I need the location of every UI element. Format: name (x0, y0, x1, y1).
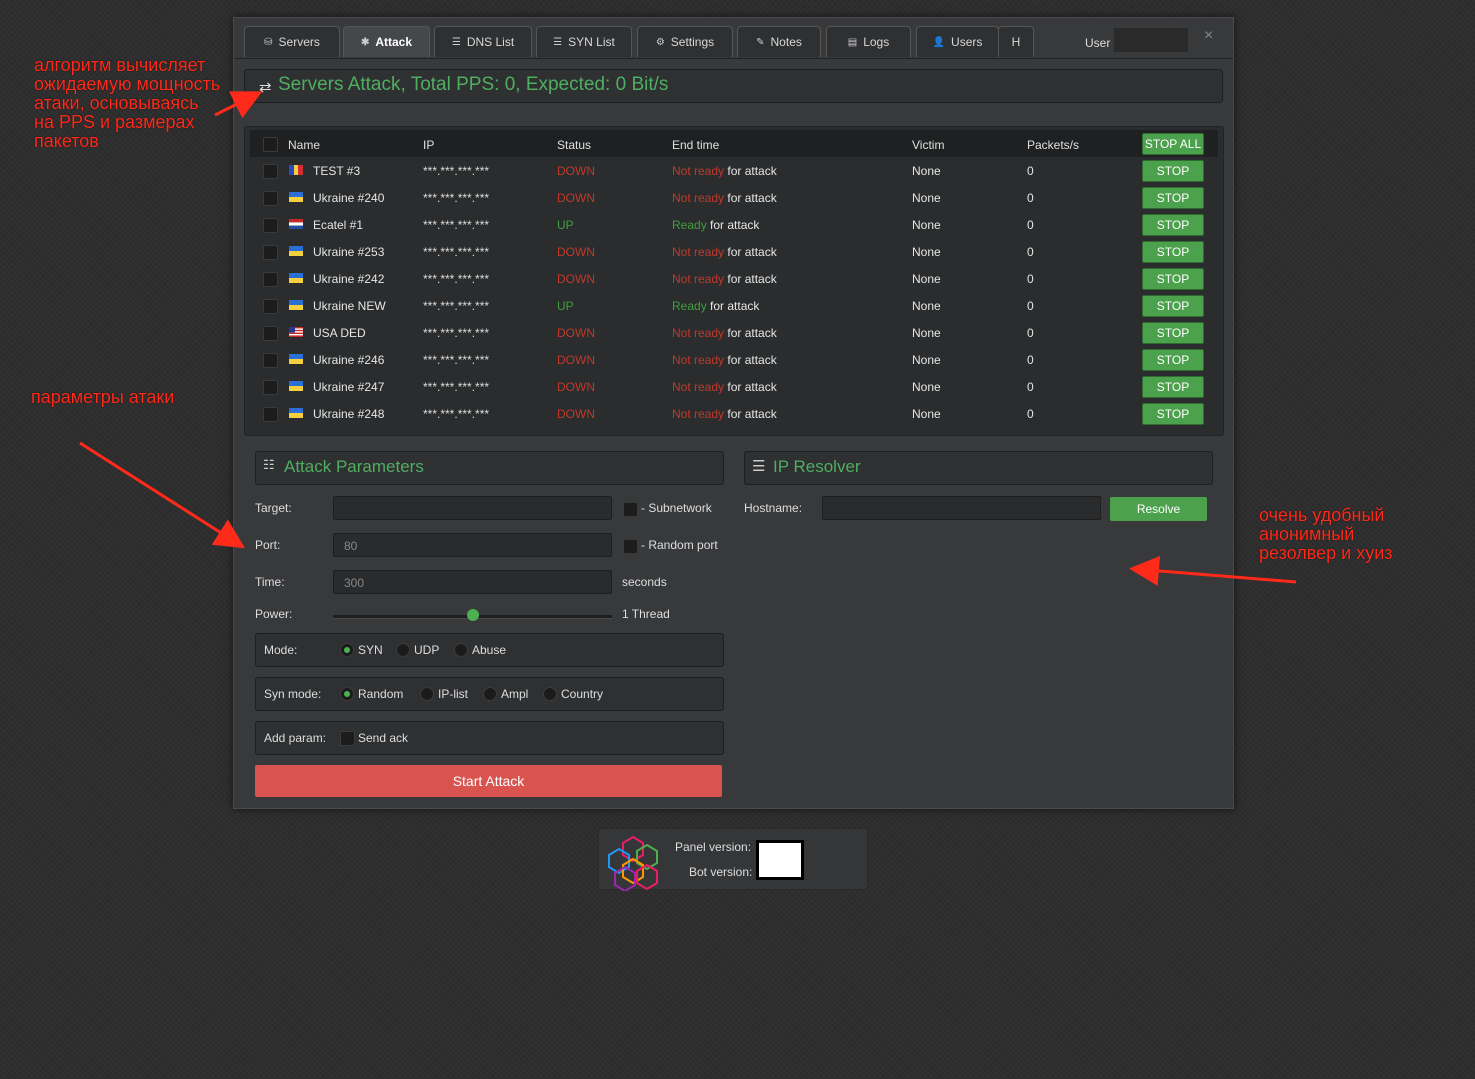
arrow-to-resolver (1129, 555, 1297, 586)
arrow-to-params (79, 441, 246, 549)
arrow-to-title (214, 91, 263, 119)
annotation-arrows (79, 91, 1297, 586)
